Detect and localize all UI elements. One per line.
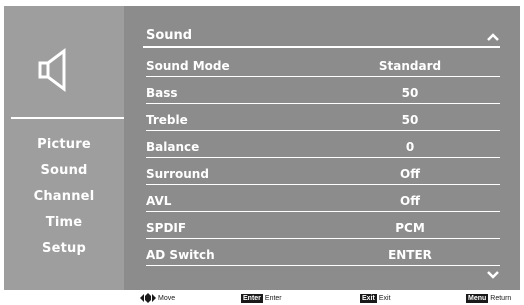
hint-enter: Enter Enter (241, 293, 282, 303)
setting-value: 0 (405, 140, 415, 154)
hint-exit: Exit Exit (360, 293, 391, 303)
row-divider (146, 130, 500, 131)
tv-osd-menu: Picture Sound Channel Time Setup Sound S… (4, 6, 520, 290)
menu-item-picture[interactable]: Picture (4, 135, 124, 161)
setting-row-sound-mode[interactable]: Sound Mode Standard (146, 56, 500, 83)
section-title: Sound (146, 28, 193, 43)
settings-panel: Sound Sound Mode Standard Bass 50 Treble… (124, 6, 520, 290)
setting-label: Treble (146, 113, 188, 127)
menu-key-badge: Menu (466, 293, 489, 303)
section-divider (143, 46, 500, 48)
setting-label: Sound Mode (146, 59, 230, 73)
setting-row-bass[interactable]: Bass 50 (146, 83, 500, 110)
setting-row-ad-switch[interactable]: AD Switch ENTER (146, 245, 500, 272)
category-panel: Picture Sound Channel Time Setup (4, 6, 124, 290)
row-divider (146, 157, 500, 158)
setting-label: AVL (146, 194, 172, 208)
enter-key-badge: Enter (241, 293, 263, 303)
category-divider (11, 117, 124, 119)
setting-label: SPDIF (146, 221, 187, 235)
setting-label: Surround (146, 167, 209, 181)
setting-row-treble[interactable]: Treble 50 (146, 110, 500, 137)
hint-move-text: Move (158, 294, 176, 302)
row-divider (146, 76, 500, 77)
category-menu: Picture Sound Channel Time Setup (4, 135, 124, 265)
row-divider (146, 265, 500, 266)
menu-item-channel[interactable]: Channel (4, 187, 124, 213)
row-divider (146, 238, 500, 239)
setting-value: Off (400, 167, 420, 181)
hint-move: Move (140, 293, 175, 303)
row-divider (146, 211, 500, 212)
hint-menu-text: Return (490, 294, 512, 302)
row-divider (146, 103, 500, 104)
setting-label: Bass (146, 86, 178, 100)
dpad-icon (140, 293, 156, 303)
setting-row-surround[interactable]: Surround Off (146, 164, 500, 191)
settings-list: Sound Mode Standard Bass 50 Treble 50 Ba… (146, 56, 500, 272)
setting-row-avl[interactable]: AVL Off (146, 191, 500, 218)
setting-value: ENTER (388, 248, 432, 262)
setting-value: Standard (378, 59, 442, 73)
setting-label: AD Switch (146, 248, 215, 262)
menu-item-time[interactable]: Time (4, 213, 124, 239)
setting-value: 50 (401, 113, 419, 127)
menu-item-sound[interactable]: Sound (4, 161, 124, 187)
setting-row-balance[interactable]: Balance 0 (146, 137, 500, 164)
hint-menu: Menu Return (466, 293, 511, 303)
key-hint-bar: Move Enter Enter Exit Exit Menu Return (0, 290, 524, 305)
chevron-up-icon[interactable] (486, 32, 500, 42)
setting-value: 50 (401, 86, 419, 100)
hint-enter-text: Enter (264, 294, 282, 302)
setting-value: PCM (395, 221, 425, 235)
setting-row-spdif[interactable]: SPDIF PCM (146, 218, 500, 245)
speaker-icon (38, 48, 66, 92)
chevron-down-icon[interactable] (486, 270, 500, 280)
setting-label: Balance (146, 140, 200, 154)
setting-value: Off (400, 194, 420, 208)
exit-key-badge: Exit (360, 293, 377, 303)
menu-item-setup[interactable]: Setup (4, 239, 124, 265)
row-divider (146, 184, 500, 185)
hint-exit-text: Exit (378, 294, 391, 302)
